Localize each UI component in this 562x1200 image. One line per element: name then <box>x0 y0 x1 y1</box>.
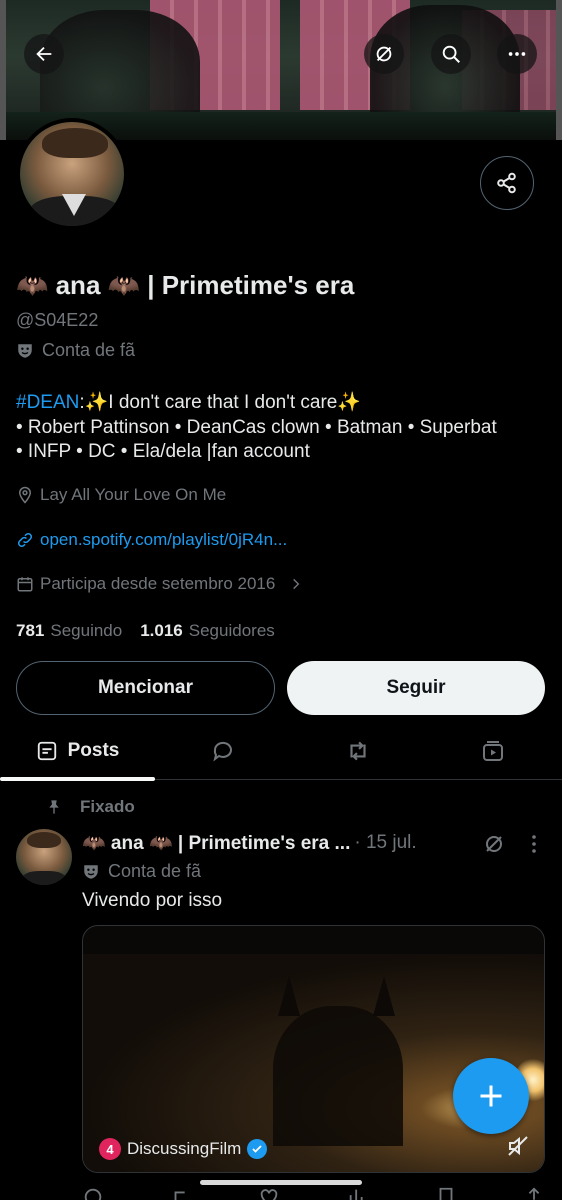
post-header: 🦇 ana 🦇 | Primetime's era ... · 15 jul. <box>82 831 512 855</box>
active-tab-indicator <box>0 777 155 781</box>
joined-text: Participa desde setembro 2016 <box>40 574 276 593</box>
website-row[interactable]: open.spotify.com/playlist/0jR4n... <box>16 530 287 550</box>
grok-icon <box>376 46 392 62</box>
reply-icon[interactable] <box>82 1186 104 1200</box>
grok-icon[interactable] <box>482 832 506 856</box>
followers-count[interactable]: 1.016 <box>140 621 183 641</box>
link-icon <box>17 532 33 548</box>
post-action-bar <box>82 1186 545 1200</box>
share-post-icon[interactable] <box>523 1186 545 1200</box>
pinned-indicator: Fixado <box>46 797 135 817</box>
user-handle: @S04E22 <box>16 310 99 330</box>
avatar-hair <box>27 832 61 848</box>
profile-avatar[interactable] <box>16 118 128 230</box>
banner-frame-left <box>0 0 6 140</box>
video-silhouette <box>273 1006 403 1146</box>
follow-button[interactable]: Seguir <box>287 661 545 715</box>
bio-hashtag[interactable]: #DEAN <box>16 392 79 413</box>
replies-icon <box>212 741 232 762</box>
media-icon <box>482 741 503 761</box>
search-icon <box>442 45 460 63</box>
mute-icon[interactable] <box>506 1134 530 1158</box>
views-icon[interactable] <box>347 1186 369 1200</box>
theater-mask-icon <box>18 343 32 358</box>
post-text: Vivendo por isso <box>82 890 223 911</box>
bookmark-icon[interactable] <box>435 1186 457 1200</box>
compose-post-button[interactable] <box>453 1058 529 1134</box>
bio-line-1: #DEAN:✨I don't care that I don't care✨ <box>16 391 552 416</box>
follow-stats: 781 Seguindo 1.016 Seguidores <box>16 621 275 641</box>
post-media-video[interactable]: 4 DiscussingFilm <box>82 925 545 1173</box>
post-date[interactable]: · 15 jul. <box>354 832 416 854</box>
joined-row[interactable]: Participa desde setembro 2016 <box>16 574 303 594</box>
bio-line-3: • INFP • DC • Ela/dela |fan account <box>16 441 310 462</box>
following-count[interactable]: 781 <box>16 621 44 641</box>
plus-icon <box>480 1085 502 1107</box>
avatar-suit <box>22 871 66 885</box>
posts-icon <box>37 741 56 761</box>
more-icon <box>508 52 526 56</box>
profile-tabs: Posts <box>0 722 562 781</box>
website-link[interactable]: open.spotify.com/playlist/0jR4n... <box>40 530 287 550</box>
tab-reposts[interactable] <box>315 722 400 780</box>
location-pin-icon <box>18 486 32 504</box>
like-icon[interactable] <box>258 1186 280 1200</box>
location-row: Lay All Your Love On Me <box>16 485 226 505</box>
media-source-attribution[interactable]: 4 DiscussingFilm <box>99 1138 268 1160</box>
category-label: Conta de fã <box>16 340 135 361</box>
bio-line-2: • Robert Pattinson • DeanCas clown • Bat… <box>16 416 497 438</box>
avatar-hair <box>42 128 108 158</box>
post-author-name[interactable]: 🦇 ana 🦇 | Primetime's era ... <box>82 831 350 855</box>
followers-label[interactable]: Seguidores <box>189 621 275 641</box>
post-author-avatar[interactable] <box>16 829 72 885</box>
grok-button[interactable] <box>364 34 404 74</box>
tab-posts[interactable]: Posts <box>0 722 155 781</box>
search-button[interactable] <box>431 34 471 74</box>
calendar-icon <box>17 577 33 592</box>
repost-icon[interactable] <box>170 1186 192 1200</box>
bio-line-1-text: :✨I don't care that I don't care✨ <box>79 392 362 413</box>
media-source-name: DiscussingFilm <box>127 1139 242 1158</box>
home-indicator[interactable] <box>200 1180 362 1185</box>
theater-mask-icon <box>84 864 98 879</box>
tab-media[interactable] <box>450 722 535 780</box>
tab-replies[interactable] <box>180 722 265 780</box>
share-button[interactable] <box>480 156 534 210</box>
banner-frame-right <box>556 0 562 140</box>
pin-icon <box>49 800 59 814</box>
mention-button[interactable]: Mencionar <box>16 661 275 715</box>
location-text: Lay All Your Love On Me <box>40 485 227 504</box>
more-button[interactable] <box>497 34 537 74</box>
profile-bio: #DEAN:✨I don't care that I don't care✨ •… <box>16 391 552 465</box>
post-more-icon[interactable] <box>526 834 542 854</box>
chevron-right-icon <box>293 578 300 590</box>
share-icon <box>497 172 516 194</box>
tab-posts-label: Posts <box>67 740 120 761</box>
following-label[interactable]: Seguindo <box>50 621 122 641</box>
verified-badge-icon <box>247 1139 268 1159</box>
post-author-category: Conta de fã <box>82 861 201 882</box>
retweet-icon <box>349 741 366 761</box>
post-category-text: Conta de fã <box>108 861 202 881</box>
source-logo-icon: 4 <box>99 1138 121 1160</box>
display-name: 🦇 ana 🦇 | Primetime's era <box>16 270 355 300</box>
category-text: Conta de fã <box>42 340 136 360</box>
back-button[interactable] <box>24 34 64 74</box>
pinned-label: Fixado <box>80 797 135 816</box>
back-arrow-icon <box>36 46 52 62</box>
